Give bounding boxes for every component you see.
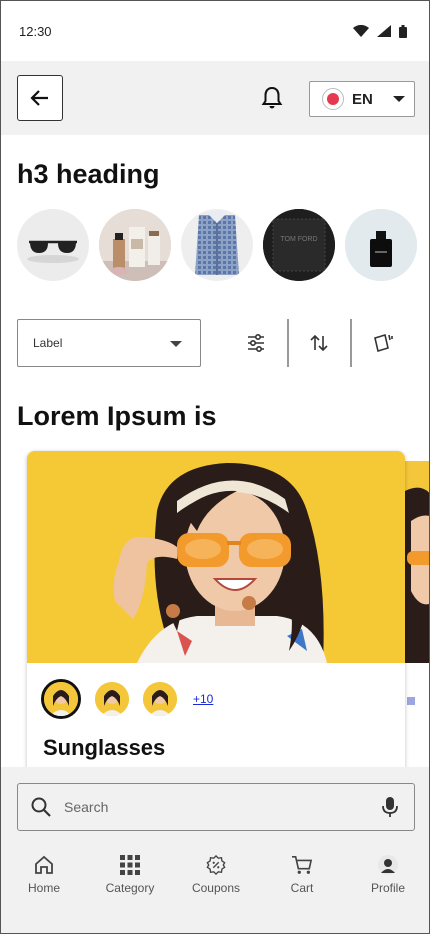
signal-icon xyxy=(377,25,391,37)
avatar-selected[interactable] xyxy=(41,679,81,719)
search-icon xyxy=(31,797,51,817)
nav-home[interactable]: Home xyxy=(1,855,87,895)
category-tom-ford[interactable]: TOM FORD xyxy=(263,209,335,281)
sort-button[interactable] xyxy=(299,319,339,367)
avatar[interactable] xyxy=(95,682,129,716)
next-card-body xyxy=(405,663,429,761)
filter-button[interactable] xyxy=(236,319,276,367)
caret-down-icon xyxy=(170,341,182,347)
product-card[interactable]: +10 Sunglasses xyxy=(27,451,405,781)
home-icon xyxy=(35,855,53,874)
status-icons xyxy=(353,24,407,38)
category-shirts[interactable] xyxy=(181,209,253,281)
battery-icon xyxy=(399,24,407,38)
nav-label: Coupons xyxy=(191,881,241,895)
category-cosmetics[interactable] xyxy=(99,209,171,281)
more-avatars-link[interactable]: +10 xyxy=(193,692,213,706)
grid-icon xyxy=(120,855,140,875)
product-image xyxy=(27,451,405,663)
microphone-icon[interactable] xyxy=(380,796,400,818)
shirt-image xyxy=(195,211,239,275)
product-title: Sunglasses xyxy=(43,735,166,760)
category-carousel: TOM FORD xyxy=(17,209,417,281)
language-code: EN xyxy=(352,90,373,108)
perfume-image xyxy=(345,209,417,281)
status-bar: 12:30 xyxy=(1,1,429,61)
feed-heading: Lorem Ipsum is xyxy=(17,401,217,431)
avatar xyxy=(44,682,78,716)
nav-label: Cart xyxy=(290,881,314,895)
avatar[interactable] xyxy=(143,682,177,716)
wifi-icon xyxy=(353,25,369,37)
product-image-peek xyxy=(405,461,429,663)
flag-dot xyxy=(327,93,339,105)
caret-down-icon xyxy=(392,96,405,102)
svg-text:TOM FORD: TOM FORD xyxy=(280,236,317,243)
model-sunglasses-photo xyxy=(27,451,405,663)
next-product-card[interactable] xyxy=(405,461,429,761)
label-select[interactable]: Label xyxy=(17,319,201,367)
sunglasses-image xyxy=(27,240,79,263)
bottom-bar: Home Category Coupons xyxy=(1,767,429,933)
bottom-navigation: Home Category Coupons Cart Profile xyxy=(1,855,429,895)
avatar xyxy=(143,682,177,716)
search-input[interactable] xyxy=(64,784,364,830)
section-heading: h3 heading xyxy=(17,159,160,189)
nav-label: Profile xyxy=(370,881,405,895)
toolbar-divider xyxy=(287,319,289,367)
arrow-left-icon xyxy=(30,90,48,106)
compare-button[interactable] xyxy=(363,319,403,367)
select-value: Label xyxy=(33,336,63,350)
leather-image: TOM FORD xyxy=(263,209,335,281)
compare-icon xyxy=(374,333,393,353)
nav-category[interactable]: Category xyxy=(87,855,173,895)
cart-icon xyxy=(292,856,313,874)
app-bar: EN xyxy=(1,61,429,135)
avatar-group: +10 xyxy=(41,679,213,719)
language-selector[interactable]: EN xyxy=(309,81,415,117)
nav-label: Category xyxy=(105,881,155,895)
back-button[interactable] xyxy=(17,75,63,121)
nav-label: Home xyxy=(27,881,60,895)
bell-icon[interactable] xyxy=(259,85,285,111)
search-bar xyxy=(17,783,415,831)
nav-profile[interactable]: Profile xyxy=(345,855,429,895)
avatar xyxy=(378,855,398,875)
flag-icon xyxy=(322,88,344,110)
nav-cart[interactable]: Cart xyxy=(259,855,345,895)
category-perfume[interactable] xyxy=(345,209,417,281)
coupon-icon xyxy=(206,855,226,875)
status-time: 12:30 xyxy=(19,23,52,39)
filter-icon xyxy=(248,333,264,353)
app-screen: 12:30 EN h3 heading TOM FORD Label Lorem… xyxy=(0,0,430,934)
peek-dot xyxy=(407,697,415,705)
avatar xyxy=(95,682,129,716)
category-sunglasses[interactable] xyxy=(17,209,89,281)
sort-icon xyxy=(310,334,328,352)
toolbar-divider xyxy=(350,319,352,367)
cosmetics-image xyxy=(99,209,171,281)
nav-coupons[interactable]: Coupons xyxy=(173,855,259,895)
